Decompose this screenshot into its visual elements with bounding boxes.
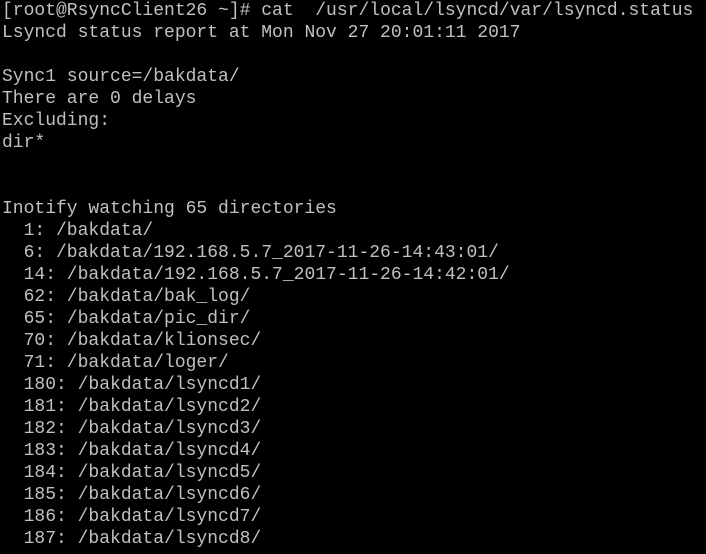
watched-dir-line: 6: /bakdata/192.168.5.7_2017-11-26-14:43… <box>2 243 499 263</box>
watched-dir-line: 187: /bakdata/lsyncd8/ <box>2 529 262 549</box>
watched-dir-line: 185: /bakdata/lsyncd6/ <box>2 485 262 505</box>
sync-source-line: Sync1 source=/bakdata/ <box>2 67 240 87</box>
watched-dir-line: 183: /bakdata/lsyncd4/ <box>2 441 262 461</box>
watched-dir-line: 186: /bakdata/lsyncd7/ <box>2 507 262 527</box>
watched-dir-line: 70: /bakdata/klionsec/ <box>2 331 262 351</box>
watched-dir-line: 181: /bakdata/lsyncd2/ <box>2 397 262 417</box>
excluding-label: Excluding: <box>2 111 111 131</box>
inotify-summary: Inotify watching 65 directories <box>2 199 337 219</box>
shell-prompt: [root@RsyncClient26 ~]# <box>2 1 262 21</box>
watched-dir-line: 65: /bakdata/pic_dir/ <box>2 309 251 329</box>
watched-dir-line: 71: /bakdata/loger/ <box>2 353 229 373</box>
watched-dir-line: 14: /bakdata/192.168.5.7_2017-11-26-14:4… <box>2 265 510 285</box>
watched-dir-line: 180: /bakdata/lsyncd1/ <box>2 375 262 395</box>
exclude-pattern: dir* <box>2 133 46 153</box>
watched-dir-line: 182: /bakdata/lsyncd3/ <box>2 419 262 439</box>
terminal-window[interactable]: [root@RsyncClient26 ~]# cat /usr/local/l… <box>0 0 706 554</box>
command-line: [root@RsyncClient26 ~]# cat /usr/local/l… <box>2 0 706 22</box>
report-header: Lsyncd status report at Mon Nov 27 20:01… <box>2 23 521 43</box>
command-text: cat /usr/local/lsyncd/var/lsyncd.status <box>261 1 694 21</box>
watched-dir-line: 62: /bakdata/bak_log/ <box>2 287 251 307</box>
watched-dir-line: 184: /bakdata/lsyncd5/ <box>2 463 262 483</box>
watched-dir-line: 1: /bakdata/ <box>2 221 154 241</box>
delays-line: There are 0 delays <box>2 89 197 109</box>
